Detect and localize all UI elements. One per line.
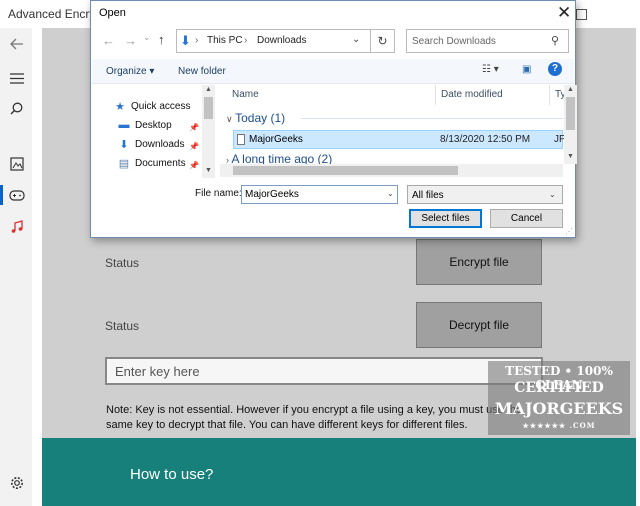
hamburger-menu-icon[interactable] xyxy=(8,70,25,87)
nav-item-documents[interactable]: ▤ Documents xyxy=(117,157,186,170)
file-list-hscrollbar[interactable] xyxy=(220,164,563,177)
forward-icon[interactable]: → xyxy=(124,33,137,48)
file-type-select[interactable]: All files ⌄ xyxy=(407,185,563,204)
dialog-toolbar: Organize ▾ New folder ☷ ▾ ▣ ? xyxy=(92,59,574,84)
address-bar[interactable]: ⬇ › This PC › Downloads ⌄ xyxy=(176,29,386,53)
group-header-long-ago[interactable]: › A long time ago (2) xyxy=(226,152,332,164)
music-icon[interactable] xyxy=(8,218,25,235)
pin-icon[interactable]: 📌 xyxy=(189,142,199,151)
refresh-icon: ↻ xyxy=(377,34,388,48)
file-name-input[interactable] xyxy=(241,185,398,204)
file-icon xyxy=(237,134,245,145)
help-icon[interactable]: ? xyxy=(548,62,562,76)
watermark-line-2: CERTIFIED xyxy=(514,380,604,396)
nav-item-desktop[interactable]: ▬ Desktop xyxy=(117,119,172,131)
encrypt-status-label: Status xyxy=(105,256,140,270)
breadcrumb-separator-icon: › xyxy=(244,35,248,46)
desktop-icon: ▬ xyxy=(118,119,130,131)
nav-pane-scrollbar[interactable]: ▲ ▼ xyxy=(202,85,215,178)
navigation-pane: ★ Quick access ▬ Desktop 📌 ⬇ Downloads 📌… xyxy=(101,91,201,181)
settings-gear-icon[interactable] xyxy=(8,474,25,491)
preview-pane-icon[interactable]: ▣ xyxy=(522,64,531,75)
refresh-button[interactable]: ↻ xyxy=(370,29,395,53)
file-list-scrollbar[interactable]: ▲ ▼ xyxy=(564,85,577,164)
select-files-button[interactable]: Select files xyxy=(409,209,482,228)
file-name: MajorGeeks xyxy=(249,134,303,145)
file-date: 8/13/2020 12:50 PM xyxy=(440,134,531,145)
how-to-use-heading: How to use? xyxy=(130,466,214,483)
app-sidebar xyxy=(0,28,32,506)
dialog-title: Open xyxy=(99,7,126,19)
column-separator xyxy=(435,85,436,105)
key-input[interactable] xyxy=(105,357,543,385)
how-to-use-banner[interactable]: How to use? xyxy=(42,438,636,506)
column-separator xyxy=(549,85,550,105)
group-divider xyxy=(301,118,563,119)
back-icon[interactable]: ← xyxy=(102,33,115,48)
cancel-button[interactable]: Cancel xyxy=(490,209,563,228)
scrollbar-thumb[interactable] xyxy=(204,97,213,119)
file-row[interactable]: MajorGeeks 8/13/2020 12:50 PM JP xyxy=(233,130,566,149)
file-name-label: File name: xyxy=(195,188,242,199)
resize-grip-icon[interactable]: ⋰ xyxy=(565,227,573,236)
nav-item-label: Downloads xyxy=(135,139,185,150)
breadcrumb-separator-icon: › xyxy=(195,35,199,46)
group-label: Today (1) xyxy=(235,111,286,125)
encrypt-file-button[interactable]: Encrypt file xyxy=(416,239,542,285)
back-arrow-icon[interactable] xyxy=(8,35,25,52)
decrypt-file-button[interactable]: Decrypt file xyxy=(416,302,542,348)
up-folder-icon[interactable]: ↑ xyxy=(158,32,165,47)
gamepad-icon[interactable] xyxy=(8,187,25,204)
scroll-up-icon[interactable]: ▲ xyxy=(205,86,212,93)
selection-indicator xyxy=(0,185,3,205)
downloads-folder-icon: ⬇ xyxy=(180,33,191,48)
open-dialog: Open ✕ ← → ⌄ ↑ ⬇ › This PC › Downloads ⌄… xyxy=(90,0,577,238)
search-icon: ⚲ xyxy=(551,35,560,47)
pin-icon[interactable]: 📌 xyxy=(189,123,199,132)
download-icon: ⬇ xyxy=(119,139,129,151)
nav-item-label: Documents xyxy=(135,158,186,169)
image-library-icon[interactable] xyxy=(8,155,25,172)
note-text: Note: Key is not essential. However if y… xyxy=(106,404,523,431)
breadcrumb-this-pc[interactable]: This PC xyxy=(207,35,243,46)
view-options-icon[interactable]: ☷ ▾ xyxy=(482,64,499,75)
breadcrumb-downloads[interactable]: Downloads xyxy=(257,35,306,46)
recent-locations-chevron-icon[interactable]: ⌄ xyxy=(143,32,151,43)
column-header-date[interactable]: Date modified xyxy=(441,89,503,100)
document-icon: ▤ xyxy=(118,158,130,170)
decrypt-status-label: Status xyxy=(105,319,140,333)
group-header-today[interactable]: ∨ Today (1) xyxy=(226,111,285,125)
nav-item-label: Desktop xyxy=(135,119,172,131)
scroll-up-icon[interactable]: ▲ xyxy=(567,86,574,93)
scrollbar-thumb[interactable] xyxy=(566,97,575,130)
column-header-name[interactable]: Name xyxy=(232,89,259,100)
file-type-value: All files xyxy=(412,190,444,201)
maximize-button[interactable] xyxy=(576,9,587,20)
nav-item-quick-access[interactable]: ★ Quick access xyxy=(113,100,190,113)
scroll-down-icon[interactable]: ▼ xyxy=(567,153,574,160)
chevron-down-icon: ∨ xyxy=(226,114,236,124)
scrollbar-thumb[interactable] xyxy=(233,166,458,175)
address-dropdown-chevron-icon[interactable]: ⌄ xyxy=(352,34,360,45)
organize-menu[interactable]: Organize ▾ xyxy=(106,66,154,77)
new-folder-button[interactable]: New folder xyxy=(178,66,226,77)
nav-item-downloads[interactable]: ⬇ Downloads xyxy=(117,138,184,151)
search-icon[interactable] xyxy=(8,100,25,117)
close-icon[interactable]: ✕ xyxy=(557,3,571,23)
file-name-dropdown-chevron-icon[interactable]: ⌄ xyxy=(387,189,394,198)
group-label: A long time ago (2) xyxy=(231,152,333,164)
nav-item-label: Quick access xyxy=(131,101,191,112)
watermark-line-3: MAJORGEEKS xyxy=(494,399,624,418)
scroll-down-icon[interactable]: ▼ xyxy=(205,167,212,174)
star-icon: ★ xyxy=(115,101,125,113)
pin-icon[interactable]: 📌 xyxy=(189,161,199,170)
chevron-down-icon: ⌄ xyxy=(549,190,556,199)
majorgeeks-watermark: TESTED • 100% CLEAN CERTIFIED MAJORGEEKS… xyxy=(488,361,630,435)
watermark-line-4: ★★★★★★ .COM xyxy=(522,421,596,430)
search-input[interactable] xyxy=(406,29,569,53)
